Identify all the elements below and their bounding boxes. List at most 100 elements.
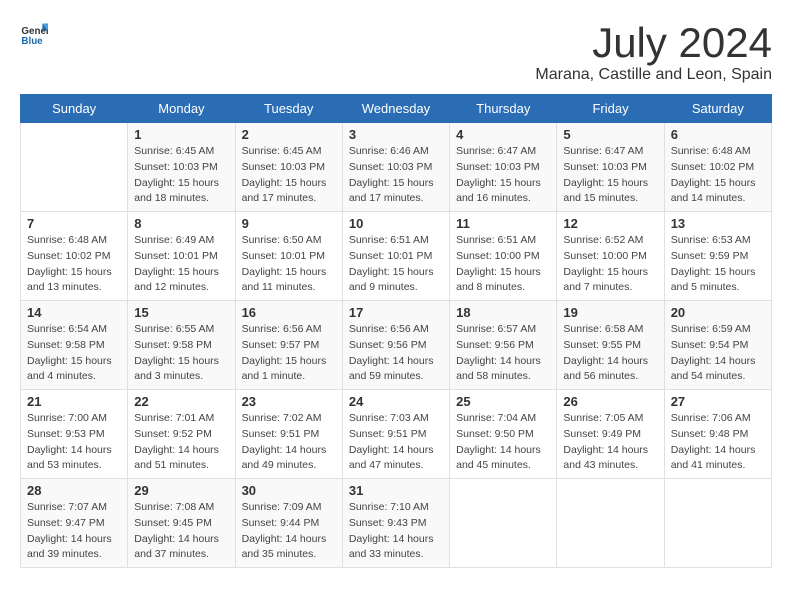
weekday-header-thursday: Thursday bbox=[450, 95, 557, 123]
day-number: 27 bbox=[671, 394, 765, 409]
logo: General Blue bbox=[20, 20, 48, 48]
day-cell: 1 Sunrise: 6:45 AMSunset: 10:03 PMDayligh… bbox=[128, 123, 235, 212]
day-info: Sunrise: 7:08 AMSunset: 9:45 PMDaylight:… bbox=[134, 500, 228, 563]
week-row-4: 21 Sunrise: 7:00 AMSunset: 9:53 PMDayligh… bbox=[21, 390, 772, 479]
day-info: Sunrise: 6:56 AMSunset: 9:57 PMDaylight:… bbox=[242, 322, 336, 385]
day-cell: 13 Sunrise: 6:53 AMSunset: 9:59 PMDayligh… bbox=[664, 212, 771, 301]
day-info: Sunrise: 6:50 AMSunset: 10:01 PMDaylight… bbox=[242, 233, 336, 296]
svg-text:Blue: Blue bbox=[21, 36, 43, 47]
day-info: Sunrise: 6:55 AMSunset: 9:58 PMDaylight:… bbox=[134, 322, 228, 385]
day-cell: 22Sunrise: 7:01 AMSunset: 9:52 PMDayligh… bbox=[128, 390, 235, 479]
day-number: 3 bbox=[349, 127, 443, 142]
title-section: July 2024 Marana, Castille and Leon, Spa… bbox=[535, 20, 772, 84]
day-cell: 14Sunrise: 6:54 AMSunset: 9:58 PMDayligh… bbox=[21, 301, 128, 390]
day-cell: 3 Sunrise: 6:46 AMSunset: 10:03 PMDayligh… bbox=[342, 123, 449, 212]
day-cell: 29 Sunrise: 7:08 AMSunset: 9:45 PMDayligh… bbox=[128, 479, 235, 568]
logo-icon: General Blue bbox=[20, 20, 48, 48]
day-cell: 5 Sunrise: 6:47 AMSunset: 10:03 PMDayligh… bbox=[557, 123, 664, 212]
day-number: 14 bbox=[27, 305, 121, 320]
day-cell bbox=[21, 123, 128, 212]
day-number: 21 bbox=[27, 394, 121, 409]
day-cell: 19 Sunrise: 6:58 AMSunset: 9:55 PMDayligh… bbox=[557, 301, 664, 390]
day-number: 22 bbox=[134, 394, 228, 409]
day-number: 4 bbox=[456, 127, 550, 142]
day-cell: 16 Sunrise: 6:56 AMSunset: 9:57 PMDayligh… bbox=[235, 301, 342, 390]
weekday-header-monday: Monday bbox=[128, 95, 235, 123]
day-cell: 25 Sunrise: 7:04 AMSunset: 9:50 PMDayligh… bbox=[450, 390, 557, 479]
day-cell: 31 Sunrise: 7:10 AMSunset: 9:43 PMDayligh… bbox=[342, 479, 449, 568]
day-info: Sunrise: 6:48 AMSunset: 10:02 PMDaylight… bbox=[671, 144, 765, 207]
day-cell bbox=[557, 479, 664, 568]
day-number: 19 bbox=[563, 305, 657, 320]
day-cell: 24Sunrise: 7:03 AMSunset: 9:51 PMDayligh… bbox=[342, 390, 449, 479]
day-cell: 28Sunrise: 7:07 AMSunset: 9:47 PMDayligh… bbox=[21, 479, 128, 568]
day-number: 20 bbox=[671, 305, 765, 320]
day-number: 25 bbox=[456, 394, 550, 409]
week-row-3: 14Sunrise: 6:54 AMSunset: 9:58 PMDayligh… bbox=[21, 301, 772, 390]
day-info: Sunrise: 6:48 AMSunset: 10:02 PMDaylight… bbox=[27, 233, 121, 296]
day-info: Sunrise: 7:06 AMSunset: 9:48 PMDaylight:… bbox=[671, 411, 765, 474]
week-row-5: 28Sunrise: 7:07 AMSunset: 9:47 PMDayligh… bbox=[21, 479, 772, 568]
day-number: 12 bbox=[563, 216, 657, 231]
day-info: Sunrise: 7:02 AMSunset: 9:51 PMDaylight:… bbox=[242, 411, 336, 474]
day-cell: 8Sunrise: 6:49 AMSunset: 10:01 PMDayligh… bbox=[128, 212, 235, 301]
day-info: Sunrise: 7:00 AMSunset: 9:53 PMDaylight:… bbox=[27, 411, 121, 474]
day-info: Sunrise: 6:47 AMSunset: 10:03 PMDaylight… bbox=[563, 144, 657, 207]
day-cell: 9 Sunrise: 6:50 AMSunset: 10:01 PMDayligh… bbox=[235, 212, 342, 301]
weekday-header-friday: Friday bbox=[557, 95, 664, 123]
day-number: 16 bbox=[242, 305, 336, 320]
day-number: 9 bbox=[242, 216, 336, 231]
day-number: 5 bbox=[563, 127, 657, 142]
weekday-header-tuesday: Tuesday bbox=[235, 95, 342, 123]
day-cell: 6 Sunrise: 6:48 AMSunset: 10:02 PMDayligh… bbox=[664, 123, 771, 212]
day-number: 30 bbox=[242, 483, 336, 498]
day-number: 15 bbox=[134, 305, 228, 320]
weekday-header-sunday: Sunday bbox=[21, 95, 128, 123]
day-info: Sunrise: 7:04 AMSunset: 9:50 PMDaylight:… bbox=[456, 411, 550, 474]
day-cell: 11 Sunrise: 6:51 AMSunset: 10:00 PMDaylig… bbox=[450, 212, 557, 301]
day-info: Sunrise: 6:52 AMSunset: 10:00 PMDaylight… bbox=[563, 233, 657, 296]
day-info: Sunrise: 7:07 AMSunset: 9:47 PMDaylight:… bbox=[27, 500, 121, 563]
day-cell: 2 Sunrise: 6:45 AMSunset: 10:03 PMDayligh… bbox=[235, 123, 342, 212]
day-cell: 26 Sunrise: 7:05 AMSunset: 9:49 PMDayligh… bbox=[557, 390, 664, 479]
day-cell: 27 Sunrise: 7:06 AMSunset: 9:48 PMDayligh… bbox=[664, 390, 771, 479]
day-info: Sunrise: 6:58 AMSunset: 9:55 PMDaylight:… bbox=[563, 322, 657, 385]
day-cell: 30Sunrise: 7:09 AMSunset: 9:44 PMDayligh… bbox=[235, 479, 342, 568]
weekday-header-wednesday: Wednesday bbox=[342, 95, 449, 123]
day-info: Sunrise: 7:10 AMSunset: 9:43 PMDaylight:… bbox=[349, 500, 443, 563]
day-info: Sunrise: 6:53 AMSunset: 9:59 PMDaylight:… bbox=[671, 233, 765, 296]
day-number: 10 bbox=[349, 216, 443, 231]
subtitle: Marana, Castille and Leon, Spain bbox=[535, 66, 772, 84]
day-number: 6 bbox=[671, 127, 765, 142]
day-number: 18 bbox=[456, 305, 550, 320]
day-cell: 21 Sunrise: 7:00 AMSunset: 9:53 PMDayligh… bbox=[21, 390, 128, 479]
day-cell: 23Sunrise: 7:02 AMSunset: 9:51 PMDayligh… bbox=[235, 390, 342, 479]
day-number: 11 bbox=[456, 216, 550, 231]
day-number: 1 bbox=[134, 127, 228, 142]
weekday-header-saturday: Saturday bbox=[664, 95, 771, 123]
day-number: 7 bbox=[27, 216, 121, 231]
day-info: Sunrise: 6:46 AMSunset: 10:03 PMDaylight… bbox=[349, 144, 443, 207]
weekday-header-row: SundayMondayTuesdayWednesdayThursdayFrid… bbox=[21, 95, 772, 123]
day-cell: 12 Sunrise: 6:52 AMSunset: 10:00 PMDaylig… bbox=[557, 212, 664, 301]
day-cell: 18Sunrise: 6:57 AMSunset: 9:56 PMDayligh… bbox=[450, 301, 557, 390]
calendar-table: SundayMondayTuesdayWednesdayThursdayFrid… bbox=[20, 94, 772, 568]
day-info: Sunrise: 6:56 AMSunset: 9:56 PMDaylight:… bbox=[349, 322, 443, 385]
day-cell: 15 Sunrise: 6:55 AMSunset: 9:58 PMDayligh… bbox=[128, 301, 235, 390]
day-cell: 4Sunrise: 6:47 AMSunset: 10:03 PMDayligh… bbox=[450, 123, 557, 212]
day-number: 2 bbox=[242, 127, 336, 142]
day-info: Sunrise: 6:59 AMSunset: 9:54 PMDaylight:… bbox=[671, 322, 765, 385]
day-info: Sunrise: 6:51 AMSunset: 10:01 PMDaylight… bbox=[349, 233, 443, 296]
day-cell bbox=[664, 479, 771, 568]
day-info: Sunrise: 6:51 AMSunset: 10:00 PMDaylight… bbox=[456, 233, 550, 296]
day-number: 29 bbox=[134, 483, 228, 498]
day-cell bbox=[450, 479, 557, 568]
day-number: 26 bbox=[563, 394, 657, 409]
day-number: 17 bbox=[349, 305, 443, 320]
day-cell: 7 Sunrise: 6:48 AMSunset: 10:02 PMDayligh… bbox=[21, 212, 128, 301]
day-number: 31 bbox=[349, 483, 443, 498]
day-info: Sunrise: 6:45 AMSunset: 10:03 PMDaylight… bbox=[242, 144, 336, 207]
day-number: 13 bbox=[671, 216, 765, 231]
day-info: Sunrise: 6:45 AMSunset: 10:03 PMDaylight… bbox=[134, 144, 228, 207]
day-info: Sunrise: 7:05 AMSunset: 9:49 PMDaylight:… bbox=[563, 411, 657, 474]
